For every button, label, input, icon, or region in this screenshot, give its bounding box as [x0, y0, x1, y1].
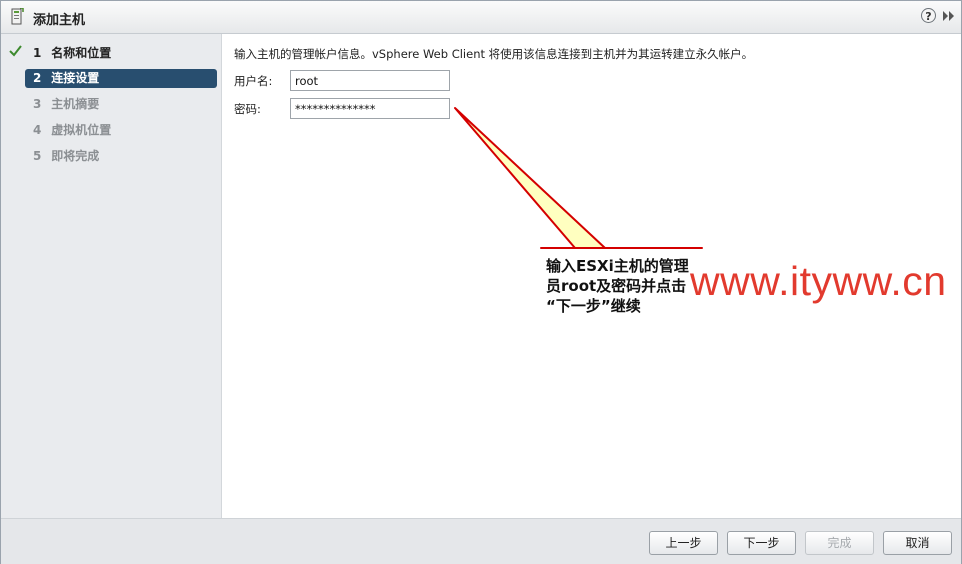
dialog-title: 添加主机 [33, 13, 86, 28]
step-label: 即将完成 [51, 149, 100, 163]
password-label: 密码: [234, 102, 261, 116]
step-label: 连接设置 [51, 71, 100, 85]
step-number: 2 [33, 71, 42, 85]
step-connection-settings[interactable]: 2 连接设置 [25, 69, 217, 88]
step-number: 4 [33, 123, 42, 137]
back-button[interactable]: 上一步 [649, 531, 718, 555]
step-number: 5 [33, 149, 42, 163]
help-icon[interactable]: ? [921, 8, 936, 23]
step-ready-to-complete[interactable]: 5 即将完成 [25, 147, 217, 166]
username-label: 用户名: [234, 74, 273, 88]
wizard-steps-sidebar: 1 名称和位置 2 连接设置 3 主机摘要 4 虚拟机位置 5 即将完成 [1, 34, 222, 518]
title-bar: 添加主机 ? [1, 1, 961, 34]
check-icon [9, 45, 22, 57]
step-label: 主机摘要 [51, 97, 100, 111]
watermark-text: www.ityww.cn [690, 258, 947, 304]
step-label: 名称和位置 [51, 46, 112, 60]
step-vm-location[interactable]: 4 虚拟机位置 [25, 121, 217, 140]
next-button[interactable]: 下一步 [727, 531, 796, 555]
expand-icon[interactable] [942, 10, 956, 22]
dialog-footer: 上一步 下一步 完成 取消 [1, 518, 961, 564]
password-input[interactable] [290, 98, 450, 119]
step-host-summary[interactable]: 3 主机摘要 [25, 95, 217, 114]
host-icon [11, 8, 24, 25]
cancel-button[interactable]: 取消 [883, 531, 952, 555]
step-label: 虚拟机位置 [51, 123, 112, 137]
instruction-text: 输入主机的管理帐户信息。vSphere Web Client 将使用该信息连接到… [234, 47, 754, 61]
step-name-location[interactable]: 1 名称和位置 [25, 44, 217, 63]
step-number: 1 [33, 46, 42, 60]
step-number: 3 [33, 97, 42, 111]
finish-button[interactable]: 完成 [805, 531, 874, 555]
username-input[interactable] [290, 70, 450, 91]
